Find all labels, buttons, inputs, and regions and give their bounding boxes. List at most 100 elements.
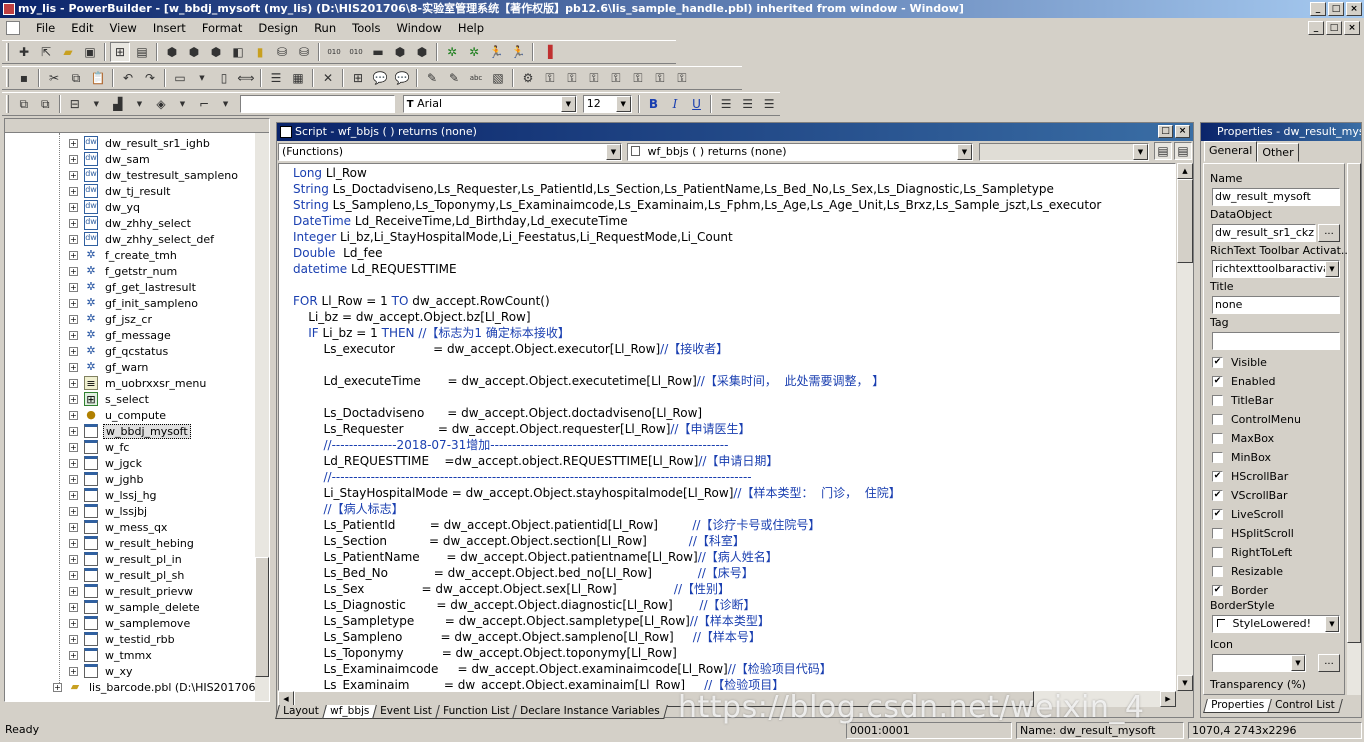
paste-function-icon[interactable]: ⚙ [518, 68, 538, 88]
align-right-icon[interactable]: ☰ [759, 94, 779, 114]
expand-icon[interactable]: + [69, 362, 78, 372]
paste-icon[interactable]: 📋 [88, 68, 108, 88]
expand-icon[interactable]: + [69, 298, 78, 308]
debug-icon[interactable]: ✲ [442, 42, 462, 62]
expand-icon[interactable]: + [69, 490, 78, 500]
package-icon[interactable]: ⬢ [412, 42, 432, 62]
prop-name-input[interactable]: dw_result_mysoft [1212, 188, 1340, 206]
tree-library-item[interactable]: + ▰ lis_barcode.pbl (D:\HIS201706\8-实 [53, 679, 269, 695]
script-scroll-up-icon[interactable]: ▲ [1177, 163, 1193, 179]
expand-icon[interactable]: + [69, 458, 78, 468]
expand-icon[interactable]: + [69, 346, 78, 356]
mdi-restore-button[interactable]: □ [1326, 21, 1342, 35]
open-folder-icon[interactable]: ▰ [58, 42, 78, 62]
style-combo[interactable] [240, 95, 395, 113]
database-profile-icon[interactable]: ▮ [250, 42, 270, 62]
menu-view[interactable]: View [102, 18, 145, 38]
checkbox-checked-icon[interactable]: ✔ [1212, 508, 1223, 520]
deploy-icon[interactable]: ⬢ [184, 42, 204, 62]
menu-insert[interactable]: Insert [145, 18, 194, 38]
checkbox-unchecked-icon[interactable] [1212, 394, 1223, 406]
menu-edit[interactable]: Edit [63, 18, 101, 38]
tab-other[interactable]: Other [1257, 143, 1299, 162]
event-combo[interactable]: wf_bbjs ( ) returns (none) ▼ [627, 143, 973, 161]
expand-icon[interactable]: + [69, 522, 78, 532]
prop-check-hscrollbar[interactable]: ✔ HScrollBar [1212, 468, 1288, 484]
script-split-icon[interactable]: ▤ [1174, 142, 1192, 160]
tree-item[interactable]: + ✲ gf_message [69, 327, 173, 343]
paste-object-icon[interactable]: ⚿ [540, 68, 560, 88]
tree-item[interactable]: + w_result_prievw [69, 583, 195, 599]
tree-item[interactable]: + ● u_compute [69, 407, 168, 423]
properties-vertical-scrollbar[interactable] [1347, 163, 1361, 695]
library-icon[interactable]: ▣ [80, 42, 100, 62]
close-button[interactable]: × [1346, 2, 1362, 16]
expand-icon[interactable]: + [69, 394, 78, 404]
prop-check-vscrollbar[interactable]: ✔ VScrollBar [1212, 487, 1288, 503]
insert-icon[interactable]: ▯ [214, 68, 234, 88]
font-name-arrow-icon[interactable]: ▼ [560, 96, 576, 112]
tree-item[interactable]: + ✲ gf_get_lastresult [69, 279, 198, 295]
db-icon[interactable]: ⛁ [272, 42, 292, 62]
bold-button[interactable]: B [644, 94, 664, 114]
menu-help[interactable]: Help [450, 18, 492, 38]
checkbox-checked-icon[interactable]: ✔ [1212, 489, 1223, 501]
inherit-icon[interactable]: ⇱ [36, 42, 56, 62]
expand-icon[interactable]: + [69, 586, 78, 596]
checkbox-unchecked-icon[interactable] [1212, 413, 1223, 425]
menu-window[interactable]: Window [388, 18, 449, 38]
tree-item[interactable]: + dw dw_tj_result [69, 183, 172, 199]
script-editor[interactable]: Long Ll_Row String Ls_Doctadviseno,Ls_Req… [278, 163, 1176, 691]
prop-icon-browse-button[interactable]: ... [1318, 654, 1340, 672]
spelling-icon[interactable]: abc [466, 68, 486, 88]
project-icon[interactable]: ⬢ [206, 42, 226, 62]
paste-shared-icon[interactable]: ⚿ [672, 68, 692, 88]
tree-item[interactable]: + w_result_pl_sh [69, 567, 186, 583]
expand-icon[interactable]: + [69, 282, 78, 292]
prop-richtext-arrow-icon[interactable]: ▼ [1325, 261, 1339, 277]
border-dropdown-icon[interactable]: ▼ [216, 94, 236, 114]
expand-icon[interactable]: + [69, 330, 78, 340]
binary2-icon[interactable]: 010 [346, 42, 366, 62]
expand-icon[interactable]: + [69, 650, 78, 660]
object-combo[interactable]: (Functions) ▼ [278, 143, 622, 161]
script-view-icon[interactable]: ▤ [1154, 142, 1172, 160]
prop-check-minbox[interactable]: MinBox [1212, 449, 1271, 465]
tree-item[interactable]: + dw dw_testresult_sampleno [69, 167, 240, 183]
prop-check-visible[interactable]: ✔ Visible [1212, 354, 1267, 370]
grid-icon[interactable]: ▦ [288, 68, 308, 88]
tree-item[interactable]: + ≡ m_uobrxxsr_menu [69, 375, 208, 391]
delete-icon[interactable]: ✕ [318, 68, 338, 88]
new-icon[interactable]: ✚ [14, 42, 34, 62]
text-color-dropdown-icon[interactable]: ▼ [130, 94, 150, 114]
script-close-button[interactable]: × [1175, 125, 1190, 138]
font-size-arrow-icon[interactable]: ▼ [615, 96, 631, 112]
font-size-combo[interactable]: 12 ▼ [582, 95, 632, 113]
script-scroll-right-icon[interactable]: ▶ [1160, 691, 1176, 707]
tree-item[interactable]: + w_lssj_hg [69, 487, 159, 503]
paste-sql-icon[interactable]: ⚿ [562, 68, 582, 88]
italic-button[interactable]: I [665, 94, 685, 114]
ancestor-combo[interactable]: ▼ [979, 143, 1149, 161]
menu-design[interactable]: Design [250, 18, 306, 38]
prop-icon-arrow-icon[interactable]: ▼ [1291, 655, 1305, 671]
checkbox-unchecked-icon[interactable] [1212, 546, 1223, 558]
tab-control-list[interactable]: Control List [1267, 699, 1343, 713]
prop-icon-select[interactable]: ▼ [1212, 654, 1306, 672]
expand-icon[interactable]: + [69, 602, 78, 612]
tree-item[interactable]: + w_tmmx [69, 647, 154, 663]
background-color-icon[interactable]: ◈ [151, 94, 171, 114]
script-tab-declare-instance-variables[interactable]: Declare Instance Variables [512, 705, 668, 719]
expand-icon[interactable]: + [69, 474, 78, 484]
expand-icon[interactable]: + [69, 154, 78, 164]
expand-icon[interactable]: + [69, 570, 78, 580]
prop-tag-input[interactable] [1212, 332, 1340, 350]
tree-item[interactable]: + ✲ gf_init_sampleno [69, 295, 200, 311]
select-icon[interactable]: ▭ [170, 68, 190, 88]
script-maximize-button[interactable]: □ [1158, 125, 1173, 138]
copy-icon[interactable]: ⧉ [66, 68, 86, 88]
component-icon[interactable]: ▬ [368, 42, 388, 62]
expand-icon[interactable]: + [69, 202, 78, 212]
checkbox-unchecked-icon[interactable] [1212, 432, 1223, 444]
build-icon[interactable]: ⬢ [162, 42, 182, 62]
